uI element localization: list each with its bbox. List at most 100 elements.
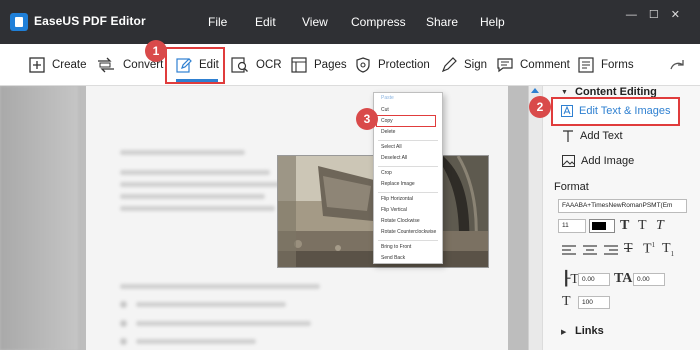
links-section-header[interactable]: Links bbox=[575, 325, 604, 337]
sign-button[interactable]: Sign bbox=[441, 44, 487, 86]
step-badge-3: 3 bbox=[356, 108, 378, 130]
edit-text-icon bbox=[561, 105, 573, 117]
ctx-paste[interactable]: Paste bbox=[374, 94, 442, 103]
format-label: Format bbox=[554, 181, 589, 193]
word-spacing-icon: TA bbox=[614, 271, 633, 286]
protection-button[interactable]: Protection bbox=[355, 44, 430, 86]
add-image-label: Add Image bbox=[581, 155, 635, 167]
blurred-text-line bbox=[136, 321, 311, 326]
italic-icon[interactable]: T bbox=[656, 218, 664, 234]
add-text-label: Add Text bbox=[580, 130, 623, 142]
menu-view[interactable]: View bbox=[302, 15, 328, 29]
font-size-select[interactable]: 11 bbox=[558, 219, 586, 233]
ctx-separator bbox=[378, 166, 438, 167]
step-badge-1: 1 bbox=[145, 40, 167, 62]
comment-label: Comment bbox=[520, 59, 570, 71]
create-button[interactable]: Create bbox=[29, 44, 87, 86]
ctx-cut[interactable]: Cut bbox=[374, 106, 442, 115]
add-image-item[interactable]: Add Image bbox=[562, 155, 634, 167]
bold-icon[interactable]: T bbox=[620, 218, 629, 234]
strikethrough-icon[interactable]: T bbox=[624, 241, 633, 257]
char-spacing-icon: ┠T bbox=[562, 272, 579, 287]
shield-icon bbox=[356, 57, 370, 73]
forms-label: Forms bbox=[601, 59, 634, 71]
ocr-scan-icon bbox=[231, 57, 248, 73]
pen-sign-icon bbox=[441, 57, 457, 73]
ctx-crop[interactable]: Crop bbox=[374, 169, 442, 178]
blurred-bullet bbox=[120, 301, 127, 308]
maximize-icon[interactable]: ☐ bbox=[649, 9, 671, 21]
font-family-select[interactable]: FAAABA+TimesNewRomanPSMT(Em bbox=[558, 199, 687, 213]
sign-label: Sign bbox=[464, 59, 488, 71]
comment-icon bbox=[497, 58, 513, 73]
blurred-heading bbox=[120, 284, 320, 289]
blurred-text-line bbox=[120, 194, 265, 199]
ocr-button[interactable]: OCR bbox=[231, 44, 282, 86]
minimize-icon[interactable]: — bbox=[626, 9, 649, 21]
toolbar: Create Convert Edit OCR Pages Protection… bbox=[0, 44, 700, 86]
window-controls[interactable]: —☐✕ bbox=[626, 8, 692, 21]
char-spacing-input[interactable]: 0.00 bbox=[578, 273, 610, 286]
subscript-icon[interactable]: T1 bbox=[662, 241, 674, 258]
expand-caret-icon[interactable]: ▶ bbox=[561, 328, 566, 336]
forms-button[interactable]: Forms bbox=[578, 44, 634, 86]
convert-icon bbox=[98, 57, 114, 73]
pages-icon bbox=[291, 57, 307, 73]
copy-highlight bbox=[376, 115, 436, 127]
text-t-icon bbox=[563, 130, 573, 142]
edit-button-highlight bbox=[165, 47, 225, 84]
ctx-delete[interactable]: Delete bbox=[374, 128, 442, 137]
blurred-heading bbox=[120, 150, 245, 155]
app-title: EaseUS PDF Editor bbox=[34, 14, 146, 28]
ctx-rotate-counterclockwise[interactable]: Rotate Counterclockwise bbox=[374, 228, 442, 237]
protection-label: Protection bbox=[378, 59, 430, 71]
close-icon[interactable]: ✕ bbox=[671, 9, 692, 21]
step-badge-2: 2 bbox=[529, 96, 551, 118]
ctx-flip-vertical[interactable]: Flip Vertical bbox=[374, 206, 442, 215]
ctx-send-back[interactable]: Send Back bbox=[374, 254, 442, 263]
menu-edit[interactable]: Edit bbox=[255, 15, 276, 29]
font-color-picker[interactable] bbox=[589, 219, 615, 233]
vertical-scrollbar[interactable] bbox=[528, 86, 542, 350]
blurred-text-line bbox=[120, 182, 280, 187]
blurred-text-line bbox=[120, 170, 270, 175]
align-center-icon[interactable] bbox=[583, 245, 597, 257]
blurred-bullet bbox=[120, 320, 127, 327]
ctx-replace-image[interactable]: Replace Image bbox=[374, 180, 442, 189]
align-left-icon[interactable] bbox=[562, 245, 576, 257]
forms-icon bbox=[578, 57, 594, 73]
menu-share[interactable]: Share bbox=[426, 15, 458, 29]
ctx-separator bbox=[378, 140, 438, 141]
comment-button[interactable]: Comment bbox=[497, 44, 570, 86]
align-right-icon[interactable] bbox=[604, 245, 618, 257]
pages-button[interactable]: Pages bbox=[291, 44, 347, 86]
edit-text-images-label: Edit Text & Images bbox=[579, 105, 671, 117]
page-thumbnail-strip bbox=[0, 86, 78, 350]
edit-text-images-item[interactable]: Edit Text & Images bbox=[561, 105, 671, 117]
ctx-deselect-all[interactable]: Deselect All bbox=[374, 154, 442, 163]
blurred-text-line bbox=[136, 302, 286, 307]
ctx-bring-to-front[interactable]: Bring to Front bbox=[374, 243, 442, 252]
menu-file[interactable]: File bbox=[208, 15, 227, 29]
word-spacing-input[interactable]: 0.00 bbox=[633, 273, 665, 286]
ctx-separator bbox=[378, 240, 438, 241]
pages-label: Pages bbox=[314, 59, 347, 71]
add-text-item[interactable]: Add Text bbox=[562, 130, 623, 142]
regular-text-icon[interactable]: T bbox=[638, 218, 647, 234]
scroll-up-icon[interactable] bbox=[531, 88, 539, 93]
menu-compress[interactable]: Compress bbox=[351, 15, 406, 29]
text-scale-input[interactable]: 100 bbox=[578, 296, 610, 309]
blurred-text-line bbox=[136, 339, 256, 344]
collapse-caret-icon[interactable]: ▼ bbox=[561, 89, 568, 96]
blurred-bullet bbox=[120, 338, 127, 345]
ctx-select-all[interactable]: Select All bbox=[374, 143, 442, 152]
text-scale-icon: T bbox=[562, 294, 571, 309]
ctx-flip-horizontal[interactable]: Flip Horizontal bbox=[374, 195, 442, 204]
ctx-separator bbox=[378, 192, 438, 193]
menu-help[interactable]: Help bbox=[480, 15, 505, 29]
ctx-rotate-clockwise[interactable]: Rotate Clockwise bbox=[374, 217, 442, 226]
superscript-icon[interactable]: T1 bbox=[643, 241, 655, 258]
redo-icon[interactable] bbox=[670, 57, 686, 71]
create-label: Create bbox=[52, 59, 87, 71]
title-bar: EaseUS PDF Editor File Edit View Compres… bbox=[0, 0, 700, 44]
